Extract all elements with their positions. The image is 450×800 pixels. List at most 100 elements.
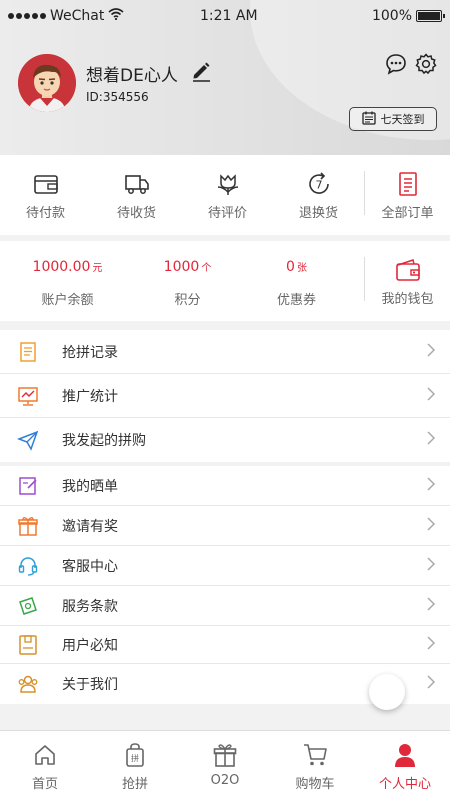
return-icon: 7	[306, 171, 332, 197]
coupons[interactable]: 0 张 优惠券	[229, 241, 364, 321]
wallet-icon	[33, 171, 59, 197]
calendar-icon	[361, 111, 376, 128]
menu-label: 我的晒单	[62, 478, 118, 495]
record-icon	[16, 340, 40, 364]
truck-icon	[124, 171, 150, 197]
seven-day-signin-button[interactable]: 七天签到	[349, 107, 437, 131]
tab-o2o[interactable]: O2O	[180, 731, 270, 800]
svg-text:拼: 拼	[131, 753, 139, 763]
chevron-right-icon	[426, 386, 436, 406]
flower-icon	[215, 171, 241, 197]
edit-icon	[16, 474, 40, 498]
menu-label: 我发起的拼购	[62, 433, 146, 449]
order-pending-payment[interactable]: 待付款	[0, 155, 91, 235]
balance-value: 1000.00	[32, 259, 91, 275]
order-pending-review[interactable]: 待评价	[182, 155, 273, 235]
money-icon	[16, 594, 40, 618]
chevron-right-icon	[426, 674, 436, 694]
order-label: 待收货	[116, 206, 156, 221]
user-id: ID:354556	[86, 90, 149, 104]
balance-unit: 元	[92, 263, 103, 274]
menu-list: 抢拼记录 推广统计 我发起的拼购 我的晒单 邀请有奖 客服中心 服务条款 用户必…	[0, 330, 450, 704]
points-value: 1000	[163, 259, 200, 275]
menu-label: 关于我们	[62, 677, 118, 693]
tab-label: O2O	[210, 773, 240, 788]
menu-item-promotion-stats[interactable]: 推广统计	[0, 374, 450, 418]
order-label: 退换货	[298, 206, 338, 221]
menu-item-user-notice[interactable]: 用户必知	[0, 626, 450, 664]
gift-icon	[16, 514, 40, 538]
tab-group-buy[interactable]: 拼 抢拼	[90, 731, 180, 800]
menu-label: 服务条款	[62, 598, 118, 615]
status-bar: WeChat 1:21 AM 100%	[0, 0, 450, 32]
tab-label: 购物车	[295, 777, 335, 792]
menu-label: 用户必知	[62, 637, 118, 654]
chevron-right-icon	[426, 556, 436, 576]
team-icon	[16, 672, 40, 696]
order-label: 待付款	[25, 206, 65, 221]
points-label: 积分	[174, 293, 201, 308]
order-pending-receipt[interactable]: 待收货	[91, 155, 182, 235]
person-icon	[392, 741, 418, 769]
home-icon	[33, 741, 57, 769]
chevron-right-icon	[426, 635, 436, 655]
menu-item-customer-service[interactable]: 客服中心	[0, 546, 450, 586]
menu-label: 邀请有奖	[62, 518, 118, 535]
chevron-right-icon	[426, 596, 436, 616]
menu-label: 客服中心	[62, 558, 118, 575]
battery-percent: 100%	[371, 8, 412, 24]
chevron-right-icon	[426, 476, 436, 496]
stats-icon	[16, 384, 40, 408]
svg-text:7: 7	[315, 179, 322, 192]
menu-item-my-reviews[interactable]: 我的晒单	[0, 466, 450, 506]
order-all[interactable]: 全部订单	[365, 155, 450, 235]
username: 想着DE心人	[86, 65, 178, 86]
floating-assistive-button[interactable]	[369, 674, 405, 710]
avatar[interactable]	[18, 54, 76, 112]
order-label: 待评价	[207, 206, 247, 221]
bag-icon: 拼	[123, 741, 147, 769]
coupons-value: 0	[286, 259, 295, 275]
tab-label: 首页	[31, 777, 58, 792]
menu-item-grab-records[interactable]: 抢拼记录	[0, 330, 450, 374]
menu-label: 抢拼记录	[62, 344, 118, 361]
clock: 1:21 AM	[200, 8, 258, 24]
tab-label: 抢拼	[121, 777, 148, 792]
menu-item-my-group-buys[interactable]: 我发起的拼购	[0, 418, 450, 462]
tab-cart[interactable]: 购物车	[270, 731, 360, 800]
wifi-icon	[108, 8, 124, 24]
tab-label: 个人中心	[378, 777, 431, 792]
menu-item-invite-rewards[interactable]: 邀请有奖	[0, 506, 450, 546]
menu-item-terms-of-service[interactable]: 服务条款	[0, 586, 450, 626]
edit-name-icon[interactable]	[190, 60, 212, 86]
chevron-right-icon	[426, 342, 436, 362]
my-wallet-label: 我的钱包	[381, 292, 434, 307]
gift-icon	[212, 741, 238, 769]
balance-label: 账户余额	[41, 293, 94, 308]
carrier: WeChat	[50, 8, 105, 24]
red-wallet-icon	[395, 257, 421, 283]
orders-icon	[396, 171, 420, 197]
bottom-tab-bar: 首页 拼 抢拼 O2O 购物车 个人中心	[0, 730, 450, 800]
send-icon	[16, 428, 40, 452]
order-return-exchange[interactable]: 7 退换货	[273, 155, 364, 235]
orders-card: 待付款 待收货 待评价 7 退换货 全部订单	[0, 155, 450, 235]
notice-icon	[16, 633, 40, 657]
account-balance[interactable]: 1000.00 元 账户余额	[0, 241, 135, 321]
settings-gear-icon[interactable]	[414, 52, 438, 76]
my-wallet[interactable]: 我的钱包	[365, 241, 450, 321]
cart-icon	[302, 741, 328, 769]
signal-icon	[8, 13, 46, 19]
battery-icon	[416, 10, 445, 22]
coupons-unit: 张	[296, 263, 307, 274]
coupons-label: 优惠券	[276, 293, 316, 308]
headset-icon	[16, 554, 40, 578]
tab-profile[interactable]: 个人中心	[360, 731, 450, 800]
wallet-card: 1000.00 元 账户余额 1000 个 积分 0 张 优惠券 我的钱包	[0, 241, 450, 321]
points-unit: 个	[201, 263, 212, 274]
tab-home[interactable]: 首页	[0, 731, 90, 800]
order-label: 全部订单	[381, 206, 434, 221]
menu-label: 推广统计	[62, 388, 118, 405]
chevron-right-icon	[426, 516, 436, 536]
message-icon[interactable]	[384, 52, 408, 76]
